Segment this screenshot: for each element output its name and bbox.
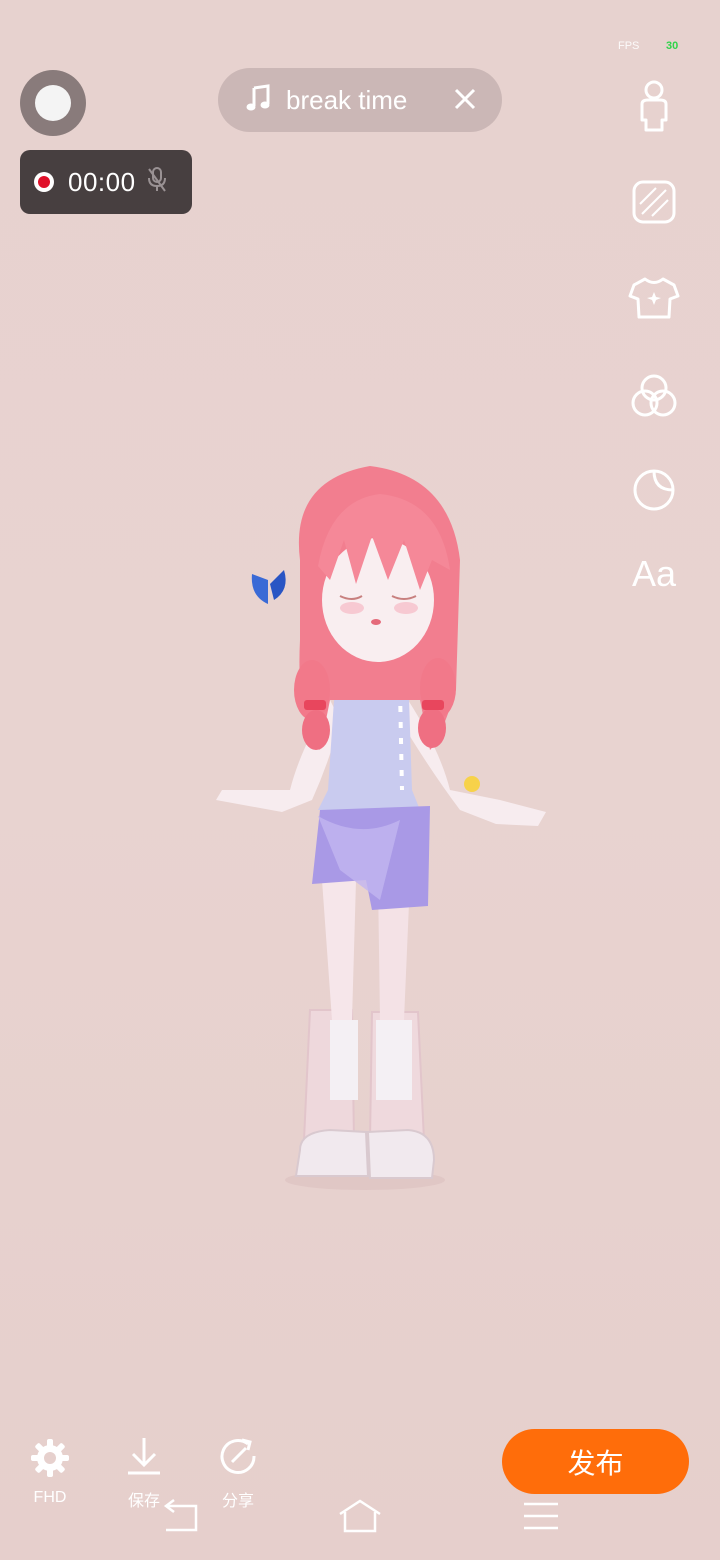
record-toggle-knob — [35, 85, 71, 121]
share-icon — [218, 1436, 258, 1481]
settings-button[interactable]: FHD — [30, 1438, 70, 1507]
home-nav-icon[interactable] — [336, 1498, 384, 1539]
share-label: 分享 — [221, 1493, 254, 1510]
outfit-shirt-icon[interactable] — [626, 270, 682, 326]
record-toggle-button[interactable] — [20, 70, 86, 136]
music-selector[interactable]: break time — [218, 68, 502, 132]
mic-off-icon[interactable] — [146, 166, 168, 199]
background-pattern-icon[interactable] — [626, 174, 682, 230]
avatar-body-icon[interactable] — [626, 78, 682, 134]
recording-time: 00:00 — [68, 166, 136, 197]
record-dot-icon — [34, 172, 54, 192]
publish-button[interactable]: 发布 — [502, 1429, 689, 1494]
text-icon[interactable]: Aa — [626, 546, 682, 602]
gear-icon — [30, 1438, 70, 1483]
settings-label: FHD — [33, 1489, 67, 1506]
download-icon — [124, 1436, 164, 1481]
fps-label: FPS — [618, 40, 640, 52]
sticker-icon[interactable] — [626, 462, 682, 518]
filter-circles-icon[interactable] — [626, 368, 682, 424]
music-close-icon[interactable] — [452, 86, 478, 117]
menu-nav-icon[interactable] — [522, 1498, 560, 1539]
save-label: 保存 — [127, 1493, 160, 1510]
fps-value: 30 — [666, 40, 679, 52]
music-note-icon — [246, 83, 272, 117]
save-button[interactable]: 保存 — [124, 1436, 164, 1511]
back-nav-icon[interactable] — [162, 1498, 200, 1539]
avatar-character — [216, 466, 546, 1190]
music-title: break time — [286, 84, 408, 115]
recording-timer: 00:00 — [20, 150, 192, 214]
share-button[interactable]: 分享 — [218, 1436, 258, 1511]
